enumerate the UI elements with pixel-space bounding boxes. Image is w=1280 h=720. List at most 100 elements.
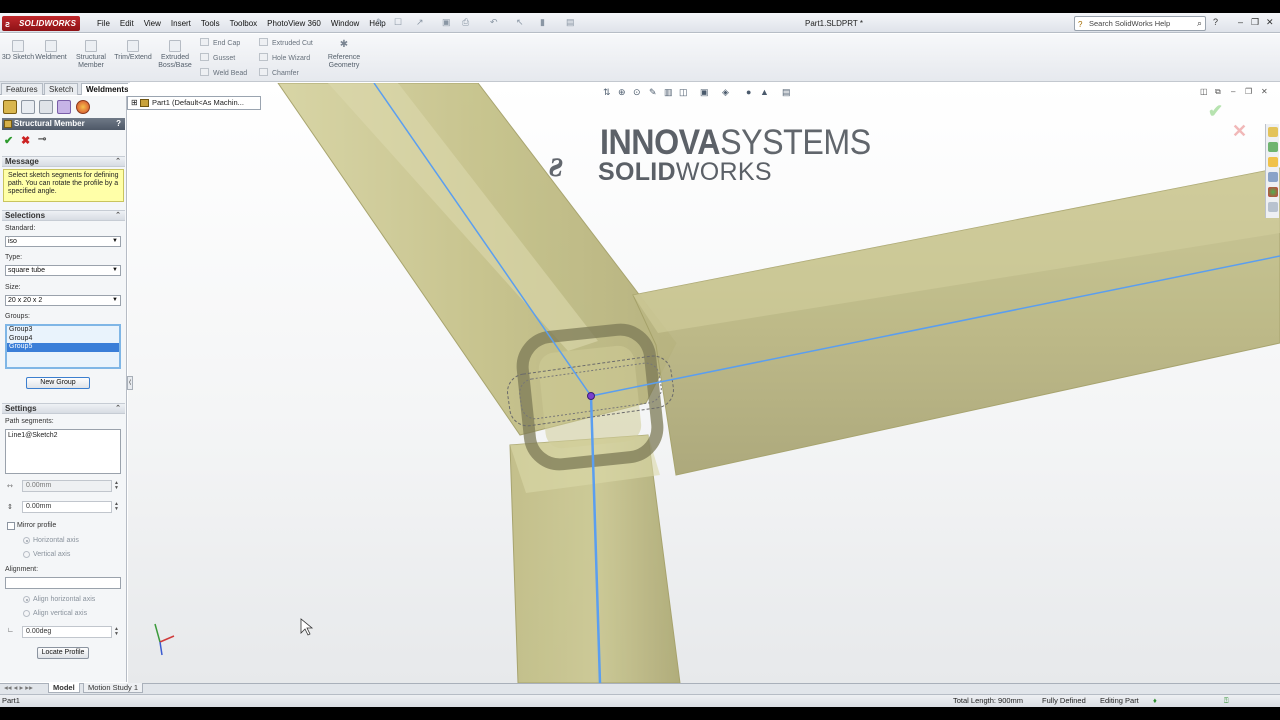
- collapse-chevron-icon[interactable]: ⌃: [115, 404, 121, 414]
- cancel-x-icon[interactable]: ✖: [21, 134, 30, 147]
- pin-icon[interactable]: ✎: [376, 17, 384, 28]
- open-icon[interactable]: ↗: [416, 17, 424, 28]
- extruded-boss-button[interactable]: Extruded Boss/Base: [155, 40, 195, 70]
- display-style-icon[interactable]: ▣: [700, 87, 709, 98]
- configuration-manager-icon[interactable]: [39, 100, 53, 114]
- locate-profile-button[interactable]: Locate Profile: [37, 647, 89, 659]
- extruded-cut-button[interactable]: Extruded Cut: [259, 38, 313, 47]
- design-library-icon[interactable]: [1268, 142, 1278, 152]
- search-icon[interactable]: ⌕: [1197, 17, 1202, 30]
- feature-manager-icon[interactable]: [3, 100, 17, 114]
- offset1-input[interactable]: 0.00mm: [22, 480, 112, 492]
- structural-member-button[interactable]: Structural Member: [71, 40, 111, 70]
- reference-geometry-button[interactable]: ✱ Reference Geometry: [324, 40, 364, 70]
- view-settings-icon[interactable]: ▤: [782, 87, 791, 98]
- size-select[interactable]: 20 x 20 x 2 ▼: [5, 295, 121, 306]
- menu-toolbox[interactable]: Toolbox: [225, 17, 263, 30]
- view-orientation-icon[interactable]: ⇅: [603, 87, 611, 98]
- hide-show-icon[interactable]: ◈: [722, 87, 729, 98]
- horizontal-axis-radio[interactable]: [23, 537, 30, 544]
- print-icon[interactable]: ⎙: [462, 17, 469, 28]
- pushpin-icon[interactable]: ⊸: [38, 134, 46, 145]
- tab-sketch[interactable]: Sketch: [44, 83, 79, 95]
- message-section-header[interactable]: Message ⌃: [2, 156, 125, 167]
- hole-wizard-button[interactable]: Hole Wizard: [259, 53, 310, 62]
- menu-tools[interactable]: Tools: [196, 17, 225, 30]
- tab-scroll-icon[interactable]: ◂◂ ◂ ▸ ▸▸: [0, 683, 37, 693]
- panel-splitter[interactable]: ⟨: [127, 376, 133, 390]
- pm-help-icon[interactable]: ?: [116, 118, 121, 130]
- collapse-chevron-icon[interactable]: ⌃: [115, 211, 121, 221]
- groups-list[interactable]: Group3 Group4 Group5: [5, 324, 121, 369]
- list-item[interactable]: Group3: [7, 326, 119, 335]
- collapse-chevron-icon[interactable]: ⌃: [115, 157, 121, 167]
- end-cap-button[interactable]: End Cap: [200, 38, 240, 47]
- expand-icon[interactable]: ⊞: [131, 97, 138, 109]
- weldment-button[interactable]: Weldment: [31, 40, 71, 62]
- rebuild-icon[interactable]: ▮: [540, 17, 545, 28]
- settings-section-header[interactable]: Settings ⌃: [2, 403, 125, 414]
- viewport-restore-icon[interactable]: ❐: [1245, 87, 1252, 96]
- ok-check-icon[interactable]: ✔: [4, 134, 13, 147]
- feature-tree-flyout[interactable]: ⊞ Part1 (Default<As Machin...: [127, 96, 261, 110]
- previous-view-icon[interactable]: ✎: [649, 87, 657, 98]
- tab-motion-study[interactable]: Motion Study 1: [83, 683, 144, 693]
- menu-file[interactable]: File: [92, 17, 115, 30]
- zoom-to-fit-icon[interactable]: ⊕: [618, 87, 626, 98]
- offset2-input[interactable]: 0.00mm: [22, 501, 112, 513]
- weld-bead-button[interactable]: Weld Bead: [200, 68, 247, 77]
- help-icon[interactable]: ?: [1213, 17, 1218, 27]
- viewport-split-icon[interactable]: ◫: [1200, 87, 1208, 96]
- chamfer-button[interactable]: Chamfer: [259, 68, 299, 77]
- path-segments-list[interactable]: Line1@Sketch2: [5, 429, 121, 474]
- restore-icon[interactable]: ❐: [1251, 17, 1259, 28]
- spin-arrows-icon[interactable]: ▲ ▼: [114, 502, 119, 512]
- list-item-selected[interactable]: Group5: [7, 343, 119, 352]
- angle-input[interactable]: 0.00deg: [22, 626, 112, 638]
- dimxpert-icon[interactable]: [57, 100, 71, 114]
- custom-properties-icon[interactable]: [1268, 202, 1278, 212]
- spin-arrows-icon[interactable]: ▲ ▼: [114, 481, 119, 491]
- tab-weldments[interactable]: Weldments: [81, 83, 134, 95]
- standard-select[interactable]: iso ▼: [5, 236, 121, 247]
- align-horizontal-radio[interactable]: [23, 596, 30, 603]
- confirm-ok-icon[interactable]: ✔: [1208, 101, 1223, 122]
- resources-icon[interactable]: [1268, 127, 1278, 137]
- mirror-profile-checkbox[interactable]: [7, 522, 15, 530]
- sketch-point[interactable]: [587, 392, 595, 400]
- options-icon[interactable]: ▤: [566, 17, 575, 28]
- viewport-close-icon[interactable]: ✕: [1261, 87, 1268, 96]
- viewport-minimize-icon[interactable]: –: [1231, 87, 1235, 96]
- zoom-area-icon[interactable]: ⊙: [633, 87, 641, 98]
- view-palette-icon[interactable]: [1268, 172, 1278, 182]
- save-icon[interactable]: ▣: [442, 17, 451, 28]
- rebuild-status-icon[interactable]: ♦: [1153, 695, 1157, 707]
- help-search-input[interactable]: ? Search SolidWorks Help ⌕: [1074, 16, 1206, 31]
- file-explorer-icon[interactable]: [1268, 157, 1278, 167]
- gusset-button[interactable]: Gusset: [200, 53, 235, 62]
- help-status-icon[interactable]: ⍰: [1224, 695, 1229, 707]
- tab-features[interactable]: Features: [1, 83, 43, 95]
- edit-appearance-icon[interactable]: ●: [746, 87, 751, 97]
- property-manager-icon[interactable]: [21, 100, 35, 114]
- menu-insert[interactable]: Insert: [166, 17, 196, 30]
- new-group-button[interactable]: New Group: [26, 377, 90, 389]
- trim-extend-button[interactable]: Trim/Extend: [112, 40, 154, 62]
- menu-photoview[interactable]: PhotoView 360: [262, 17, 326, 30]
- alignment-input[interactable]: [5, 577, 121, 589]
- close-icon[interactable]: ✕: [1266, 17, 1274, 28]
- tab-model[interactable]: Model: [48, 683, 80, 693]
- section-view-icon[interactable]: ▥: [664, 87, 673, 98]
- menu-view[interactable]: View: [139, 17, 166, 30]
- scene-icon[interactable]: ▲: [760, 87, 769, 97]
- viewport-link-icon[interactable]: ⧉: [1215, 87, 1221, 97]
- appearances-icon[interactable]: [1268, 187, 1278, 197]
- menu-window[interactable]: Window: [326, 17, 364, 30]
- select-icon[interactable]: ↖: [516, 17, 524, 28]
- type-select[interactable]: square tube ▼: [5, 265, 121, 276]
- view-orient-icon[interactable]: ◫: [679, 87, 688, 98]
- undo-icon[interactable]: ↶: [490, 17, 498, 28]
- confirm-cancel-icon[interactable]: ✕: [1232, 121, 1247, 142]
- selections-section-header[interactable]: Selections ⌃: [2, 210, 125, 221]
- list-item[interactable]: Group4: [7, 335, 119, 344]
